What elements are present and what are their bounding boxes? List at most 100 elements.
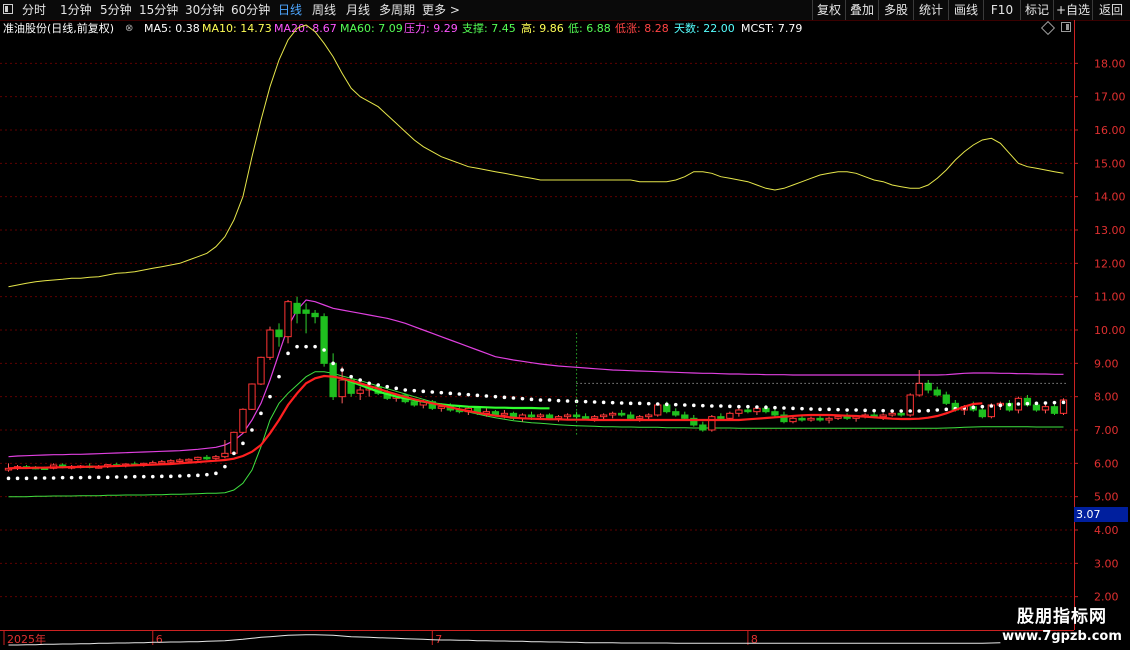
support-dot [601,400,606,405]
support-dot [340,368,344,372]
candle-body [618,412,626,416]
support-dot [295,344,299,349]
support-dot [69,475,74,480]
candle-body [645,414,653,418]
support-dot [250,428,254,432]
y-tick-label: 11.00 [1094,291,1126,304]
support-dot [385,384,390,389]
support-dot [547,398,552,402]
support-dot [475,393,480,398]
candle-body [654,404,662,416]
y-tick-label: 3.00 [1094,557,1119,570]
candle-body [500,412,509,416]
candle-body [203,456,211,460]
candle-body [230,431,238,454]
candle-body [672,411,680,416]
candle-body [726,412,734,419]
support-dot [845,408,849,412]
candle-body [257,356,265,385]
y-tick-label: 5.00 [1094,491,1119,504]
y-tick-label: 13.00 [1094,224,1126,237]
candle-body [924,382,932,391]
support-dot [24,476,29,481]
candle-body [816,417,824,421]
candle-body [1041,406,1050,411]
support-dot [538,398,543,402]
support-dot [403,388,408,392]
y-tick-label: 9.00 [1094,357,1119,370]
candle-body [158,461,166,464]
kline-chart[interactable]: 2.003.004.005.006.007.008.009.0010.0011.… [0,0,1130,650]
candle-body [239,408,247,433]
candle-body [572,414,581,418]
candle-body [744,409,752,413]
candle-body [221,452,229,458]
candle-body [708,416,716,431]
support-dot [628,401,633,406]
support-dot [664,402,669,407]
support-dot [223,464,227,469]
support-dot [583,399,588,404]
candle-body [356,389,364,394]
support-dot [818,407,822,412]
support-dot [836,407,840,412]
candle-body [338,379,346,398]
support-dot [376,383,381,387]
support-dot [926,408,931,413]
support-dot [565,399,570,403]
candle-body [275,329,283,338]
support-dot [764,405,768,410]
candle-body [825,417,833,421]
x-tick-label: 8 [751,633,758,646]
support-dot [1007,402,1012,407]
support-dot [529,397,534,402]
support-dot [448,391,453,396]
support-dot [854,408,858,412]
support-dot [42,476,47,480]
support-dot [304,344,308,349]
upper-band-line [8,24,1064,288]
support-dot [917,409,922,413]
y-tick-label: 14.00 [1094,191,1126,204]
support-dot [935,408,940,412]
candle-body [1032,404,1041,411]
support-dot [773,405,777,410]
support-dot [457,392,462,396]
candle-body [771,411,779,416]
support-dot [331,361,335,366]
y-tick-label: 12.00 [1094,257,1126,270]
support-dot [178,474,182,478]
support-dot [466,392,471,397]
support-dot [944,407,949,412]
candle-body [681,414,689,419]
support-dot [980,404,985,409]
support-dot [511,396,516,400]
candle-body [599,414,608,418]
candle-body [185,458,193,462]
support-dot [881,408,885,413]
candle-body [717,416,725,419]
support-dot [214,471,218,476]
candle-body [563,414,572,418]
x-tick-label: 6 [156,633,163,646]
support-dot [87,475,92,480]
support-dot [123,475,128,479]
support-dot [556,398,561,403]
support-dot [791,406,795,411]
y-tick-label: 15.00 [1094,157,1126,170]
support-dot [827,407,831,412]
candle-body [527,414,536,418]
candle-body [329,362,337,398]
watermark-title: 股朋指标网 [1017,607,1107,627]
y-tick-label: 6.00 [1094,457,1119,470]
support-dot [899,409,903,413]
ma60-line [8,371,1064,498]
support-dot [277,374,281,379]
candle-body [608,412,617,416]
ma20-line [8,299,1064,458]
support-dot [619,401,624,405]
support-dot [394,386,399,391]
support-dot [187,473,191,478]
candle-body [194,456,202,460]
support-dot [322,348,326,352]
